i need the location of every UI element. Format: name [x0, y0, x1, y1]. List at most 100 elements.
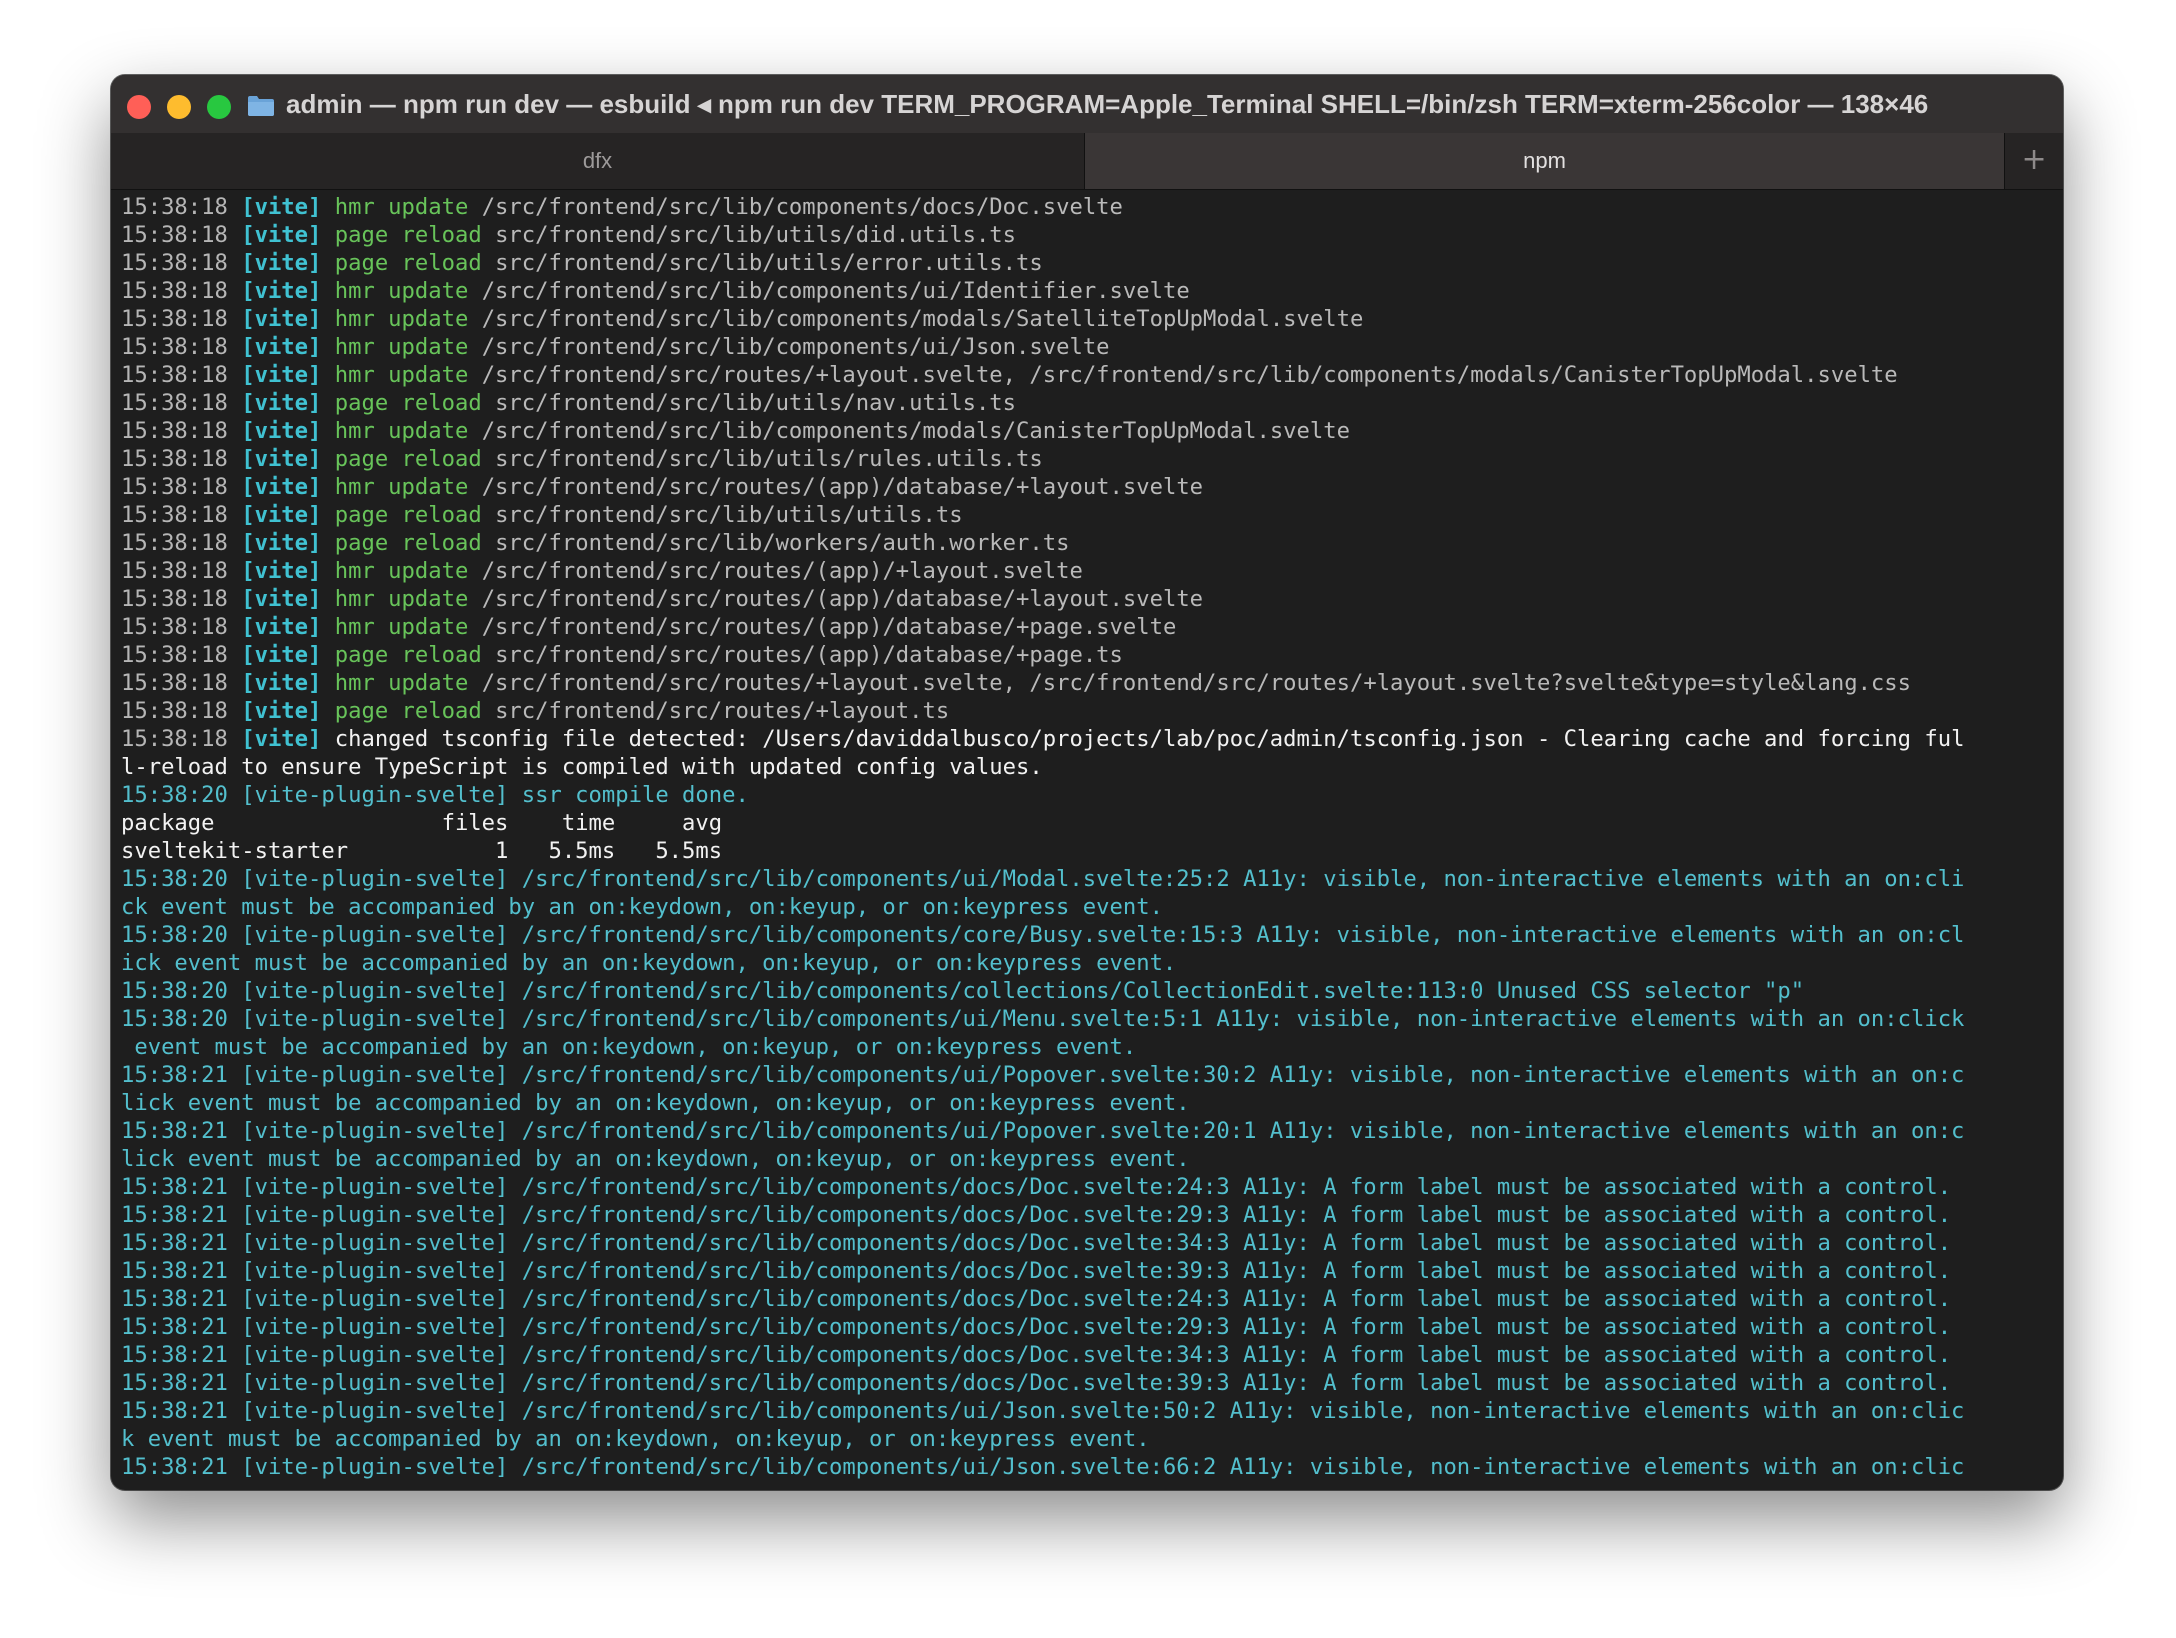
- log-path: /src/frontend/src/routes/(app)/database/…: [481, 614, 1177, 640]
- log-tag: [vite]: [241, 362, 322, 388]
- log-message: 15:38:21 [vite-plugin-svelte] /src/front…: [121, 1314, 1952, 1340]
- log-line: 15:38:18 [vite] page reload src/frontend…: [121, 697, 2061, 725]
- log-line: 15:38:18 [vite] hmr update /src/frontend…: [121, 333, 2061, 361]
- log-line: 15:38:18 [vite] hmr update /src/frontend…: [121, 613, 2061, 641]
- log-line: 15:38:18 [vite] hmr update /src/frontend…: [121, 473, 2061, 501]
- log-line: 15:38:18 [vite] page reload src/frontend…: [121, 221, 2061, 249]
- log-line: 15:38:18 [vite] page reload src/frontend…: [121, 641, 2061, 669]
- stats-table-row: sveltekit-starter 1 5.5ms 5.5ms: [121, 837, 2061, 865]
- log-path: src/frontend/src/lib/utils/utils.ts: [495, 502, 963, 528]
- log-message: 15:38:20 [vite-plugin-svelte] /src/front…: [121, 978, 1805, 1004]
- terminal-output[interactable]: 15:38:18 [vite] hmr update /src/frontend…: [121, 193, 2061, 1481]
- log-line: 15:38:21 [vite-plugin-svelte] /src/front…: [121, 1257, 2061, 1285]
- log-timestamp: 15:38:18: [121, 278, 228, 304]
- log-timestamp: 15:38:18: [121, 362, 228, 388]
- log-tag: [vite]: [241, 194, 322, 220]
- log-line: 15:38:18 [vite] page reload src/frontend…: [121, 445, 2061, 473]
- log-action: hmr update: [334, 614, 469, 640]
- log-path: /src/frontend/src/lib/components/modals/…: [481, 306, 1364, 332]
- tab-npm[interactable]: npm: [1085, 133, 2005, 189]
- minimize-button[interactable]: [167, 95, 191, 119]
- log-timestamp: 15:38:18: [121, 334, 228, 360]
- log-tag: [vite]: [241, 446, 322, 472]
- log-line: 15:38:18 [vite] hmr update /src/frontend…: [121, 193, 2061, 221]
- stats-table-header: package files time avg: [121, 809, 2061, 837]
- log-tag: [vite]: [241, 222, 322, 248]
- log-line: 15:38:18 [vite] hmr update /src/frontend…: [121, 417, 2061, 445]
- log-timestamp: 15:38:18: [121, 502, 228, 528]
- log-line: k event must be accompanied by an on:key…: [121, 1425, 2061, 1453]
- log-line: ck event must be accompanied by an on:ke…: [121, 893, 2061, 921]
- log-path: src/frontend/src/routes/(app)/database/+…: [495, 642, 1123, 668]
- log-message: l-reload to ensure TypeScript is compile…: [121, 754, 1043, 780]
- log-path: /src/frontend/src/lib/components/docs/Do…: [481, 194, 1123, 220]
- log-line: 15:38:21 [vite-plugin-svelte] /src/front…: [121, 1173, 2061, 1201]
- log-line: 15:38:18 [vite] changed tsconfig file de…: [121, 725, 2061, 753]
- log-path: src/frontend/src/lib/utils/rules.utils.t…: [495, 446, 1043, 472]
- title-bar[interactable]: admin — npm run dev — esbuild ◂ npm run …: [111, 75, 2063, 133]
- log-tag: [vite]: [241, 586, 322, 612]
- new-tab-button[interactable]: +: [2004, 133, 2063, 189]
- log-message: 15:38:21 [vite-plugin-svelte] /src/front…: [121, 1202, 1952, 1228]
- log-tag: [vite]: [241, 530, 322, 556]
- log-timestamp: 15:38:18: [121, 558, 228, 584]
- log-timestamp: 15:38:18: [121, 446, 228, 472]
- log-tag: [vite]: [241, 250, 322, 276]
- log-path: src/frontend/src/lib/utils/did.utils.ts: [495, 222, 1017, 248]
- terminal-window: admin — npm run dev — esbuild ◂ npm run …: [111, 75, 2063, 1490]
- maximize-button[interactable]: [207, 95, 231, 119]
- log-message: ick event must be accompanied by an on:k…: [121, 950, 1177, 976]
- log-path: /src/frontend/src/routes/(app)/+layout.s…: [481, 558, 1083, 584]
- log-timestamp: 15:38:18: [121, 306, 228, 332]
- log-tag: [vite]: [241, 278, 322, 304]
- log-tag: [vite]: [241, 670, 322, 696]
- log-tag: [vite]: [241, 418, 322, 444]
- log-message: event must be accompanied by an on:keydo…: [121, 1034, 1137, 1060]
- log-line: 15:38:21 [vite-plugin-svelte] /src/front…: [121, 1453, 2061, 1481]
- tab-dfx[interactable]: dfx: [111, 133, 1085, 189]
- log-timestamp: 15:38:18: [121, 418, 228, 444]
- log-message: 15:38:21 [vite-plugin-svelte] /src/front…: [121, 1230, 1952, 1256]
- log-line: lick event must be accompanied by an on:…: [121, 1089, 2061, 1117]
- log-timestamp: 15:38:18: [121, 250, 228, 276]
- log-line: 15:38:20 [vite-plugin-svelte] /src/front…: [121, 977, 2061, 1005]
- log-path: /src/frontend/src/routes/+layout.svelte,…: [481, 362, 1898, 388]
- log-action: hmr update: [334, 670, 469, 696]
- log-line: 15:38:18 [vite] page reload src/frontend…: [121, 529, 2061, 557]
- log-timestamp: 15:38:18: [121, 726, 228, 752]
- log-action: page reload: [334, 222, 482, 248]
- log-path: /src/frontend/src/routes/(app)/database/…: [481, 474, 1204, 500]
- log-action: page reload: [334, 502, 482, 528]
- log-path: /src/frontend/src/lib/components/ui/Json…: [481, 334, 1110, 360]
- close-button[interactable]: [127, 95, 151, 119]
- log-message: changed tsconfig file detected: /Users/d…: [334, 726, 1965, 752]
- log-tag: [vite]: [241, 334, 322, 360]
- log-timestamp: 15:38:18: [121, 670, 228, 696]
- log-message: 15:38:21 [vite-plugin-svelte] /src/front…: [121, 1398, 1965, 1424]
- log-line: 15:38:18 [vite] hmr update /src/frontend…: [121, 669, 2061, 697]
- log-action: page reload: [334, 698, 482, 724]
- log-tag: [vite]: [241, 642, 322, 668]
- log-action: hmr update: [334, 334, 469, 360]
- log-timestamp: 15:38:18: [121, 194, 228, 220]
- log-action: hmr update: [334, 194, 469, 220]
- log-message: 15:38:20 [vite-plugin-svelte] /src/front…: [121, 866, 1965, 892]
- log-line: 15:38:20 [vite-plugin-svelte] /src/front…: [121, 865, 2061, 893]
- log-message: 15:38:20 [vite-plugin-svelte] /src/front…: [121, 922, 1965, 948]
- log-action: hmr update: [334, 362, 469, 388]
- log-line: 15:38:18 [vite] hmr update /src/frontend…: [121, 585, 2061, 613]
- log-message: ck event must be accompanied by an on:ke…: [121, 894, 1163, 920]
- log-line: 15:38:21 [vite-plugin-svelte] /src/front…: [121, 1313, 2061, 1341]
- log-line: 15:38:21 [vite-plugin-svelte] /src/front…: [121, 1369, 2061, 1397]
- log-path: src/frontend/src/lib/utils/nav.utils.ts: [495, 390, 1017, 416]
- log-line: 15:38:21 [vite-plugin-svelte] /src/front…: [121, 1229, 2061, 1257]
- log-action: hmr update: [334, 418, 469, 444]
- log-tag: [vite]: [241, 474, 322, 500]
- log-timestamp: 15:38:18: [121, 390, 228, 416]
- tab-bar: dfx npm +: [111, 133, 2063, 190]
- log-path: /src/frontend/src/lib/components/ui/Iden…: [481, 278, 1190, 304]
- log-line: 15:38:18 [vite] page reload src/frontend…: [121, 249, 2061, 277]
- log-timestamp: 15:38:18: [121, 698, 228, 724]
- log-line: l-reload to ensure TypeScript is compile…: [121, 753, 2061, 781]
- log-line: 15:38:18 [vite] hmr update /src/frontend…: [121, 361, 2061, 389]
